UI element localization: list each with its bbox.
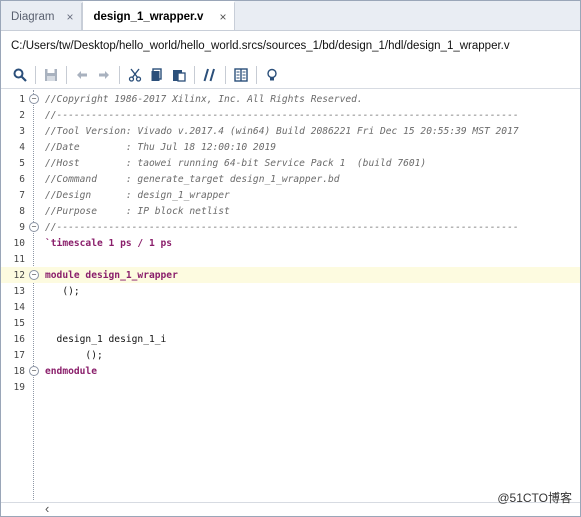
fold-expand-icon[interactable]: − xyxy=(29,366,39,376)
code-line: 14 xyxy=(1,299,580,315)
code-line: 5 //Host : taowei running 64-bit Service… xyxy=(1,155,580,171)
line-number: 17 xyxy=(13,349,25,361)
tab-bar: Diagram × design_1_wrapper.v × xyxy=(1,1,580,31)
toolbar-divider xyxy=(256,65,257,84)
code-text: //Command : generate_target design_1_wra… xyxy=(45,173,340,185)
code-text: //--------------------------------------… xyxy=(45,109,519,121)
cut-icon[interactable] xyxy=(124,64,146,86)
code-line: 6 //Command : generate_target design_1_w… xyxy=(1,171,580,187)
line-number: 9 xyxy=(19,221,25,233)
toolbar-divider xyxy=(194,65,195,84)
paste-icon[interactable] xyxy=(168,64,190,86)
code-text: //--------------------------------------… xyxy=(45,221,519,233)
tab-label: Diagram xyxy=(11,10,55,23)
line-number: 12 xyxy=(13,269,25,281)
code-text: //Date : Thu Jul 18 12:00:10 2019 xyxy=(45,141,277,153)
code-line: 1 − //Copyright 1986-2017 Xilinx, Inc. A… xyxy=(1,91,580,107)
code-line: 9 − //----------------------------------… xyxy=(1,219,580,235)
undo-icon[interactable] xyxy=(71,64,93,86)
tab-diagram[interactable]: Diagram × xyxy=(1,3,83,30)
watermark: @51CTO博客 xyxy=(497,491,572,505)
code-line: 13 (); xyxy=(1,283,580,299)
line-number: 16 xyxy=(13,333,25,345)
code-line: 7 //Design : design_1_wrapper xyxy=(1,187,580,203)
code-text: //Host : taowei running 64-bit Service P… xyxy=(45,157,427,169)
line-number: 2 xyxy=(19,109,25,121)
line-number: 5 xyxy=(19,157,25,169)
line-number: 18 xyxy=(13,365,25,377)
code-line: 3 //Tool Version: Vivado v.2017.4 (win64… xyxy=(1,123,580,139)
code-text: module design_1_wrapper xyxy=(45,269,178,281)
fold-collapse-icon[interactable]: − xyxy=(29,94,39,104)
toolbar-divider xyxy=(225,65,226,84)
code-editor[interactable]: 1 − //Copyright 1986-2017 Xilinx, Inc. A… xyxy=(1,90,580,502)
line-number: 19 xyxy=(13,381,25,393)
line-number: 3 xyxy=(19,125,25,137)
line-number: 13 xyxy=(13,285,25,297)
redo-icon[interactable] xyxy=(93,64,115,86)
horizontal-scrollbar[interactable]: ‹ @51CTO博客 xyxy=(1,491,580,516)
fold-collapse-icon[interactable]: − xyxy=(29,222,39,232)
code-text: //Design : design_1_wrapper xyxy=(45,189,230,201)
columns-icon[interactable] xyxy=(230,64,252,86)
code-text: (); xyxy=(45,349,103,361)
fold-collapse-icon[interactable]: − xyxy=(29,270,39,280)
lightbulb-icon[interactable] xyxy=(261,64,283,86)
line-number: 14 xyxy=(13,301,25,313)
code-text: //Tool Version: Vivado v.2017.4 (win64) … xyxy=(45,125,519,137)
code-line: 19 xyxy=(1,379,580,395)
line-number: 11 xyxy=(13,253,25,265)
line-number: 8 xyxy=(19,205,25,217)
code-line: 15 xyxy=(1,315,580,331)
editor-toolbar xyxy=(1,61,580,89)
file-path: C:/Users/tw/Desktop/hello_world/hello_wo… xyxy=(1,31,580,61)
close-icon[interactable]: × xyxy=(66,10,73,24)
close-icon[interactable]: × xyxy=(219,10,226,24)
line-number: 10 xyxy=(13,237,25,249)
copy-icon[interactable] xyxy=(146,64,168,86)
tab-design-1-wrapper[interactable]: design_1_wrapper.v × xyxy=(82,1,236,30)
toolbar-divider xyxy=(35,65,36,84)
code-line: 2 //------------------------------------… xyxy=(1,107,580,123)
code-line: 17 (); xyxy=(1,347,580,363)
code-line-current: 12 − module design_1_wrapper xyxy=(1,267,580,283)
code-line: 10 `timescale 1 ps / 1 ps xyxy=(1,235,580,251)
toolbar-divider xyxy=(119,65,120,84)
code-text: `timescale 1 ps / 1 ps xyxy=(45,237,173,249)
line-number: 4 xyxy=(19,141,25,153)
tab-label: design_1_wrapper.v xyxy=(93,10,204,23)
toolbar-divider xyxy=(66,65,67,84)
scroll-left-icon[interactable]: ‹ xyxy=(45,501,49,516)
line-number: 1 xyxy=(19,93,25,105)
code-line: 8 //Purpose : IP block netlist xyxy=(1,203,580,219)
code-text: //Copyright 1986-2017 Xilinx, Inc. All R… xyxy=(45,93,363,105)
code-text: endmodule xyxy=(45,365,97,377)
search-icon[interactable] xyxy=(9,64,31,86)
save-icon[interactable] xyxy=(40,64,62,86)
code-line: 18 − endmodule xyxy=(1,363,580,379)
code-text: //Purpose : IP block netlist xyxy=(45,205,230,217)
line-number: 6 xyxy=(19,173,25,185)
code-line: 4 //Date : Thu Jul 18 12:00:10 2019 xyxy=(1,139,580,155)
code-line: 11 xyxy=(1,251,580,267)
editor-window: Diagram × design_1_wrapper.v × C:/Users/… xyxy=(0,0,581,517)
comment-toggle-icon[interactable] xyxy=(199,64,221,86)
code-text: (); xyxy=(45,285,80,297)
code-line: 16 design_1 design_1_i xyxy=(1,331,580,347)
line-number: 15 xyxy=(13,317,25,329)
line-number: 7 xyxy=(19,189,25,201)
code-text: design_1 design_1_i xyxy=(45,333,167,345)
